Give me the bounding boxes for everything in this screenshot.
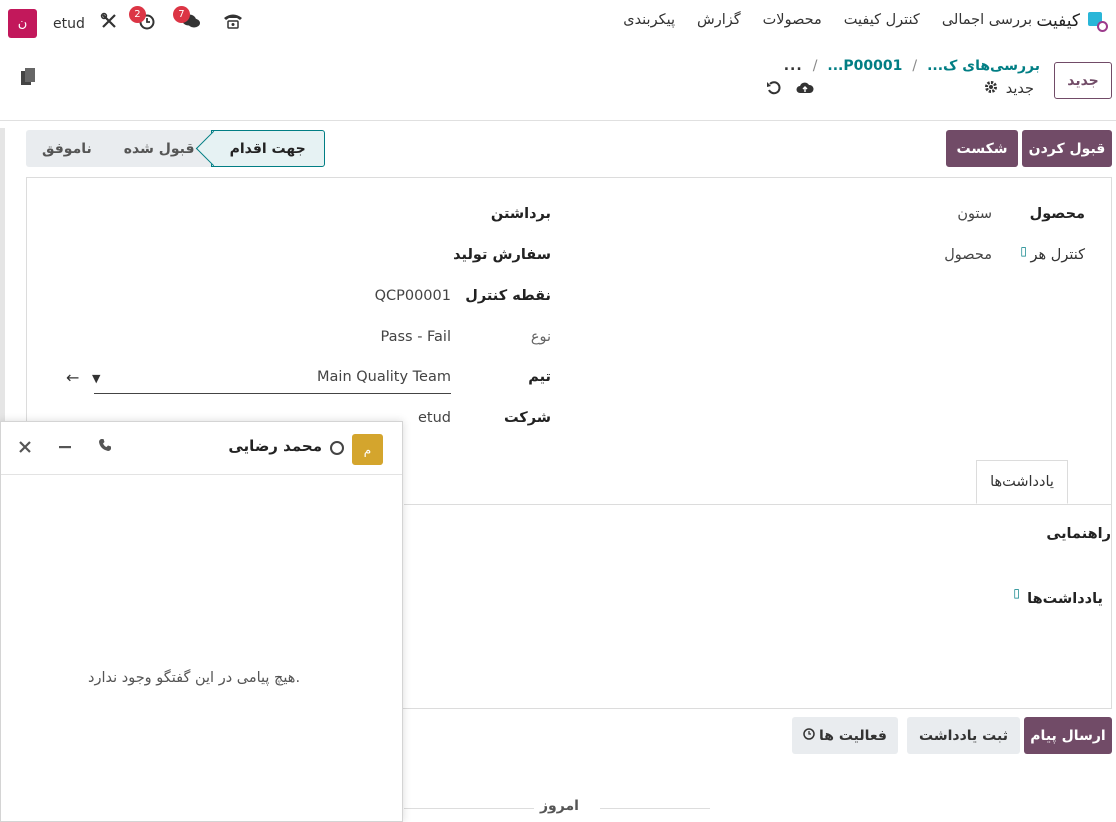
breadcrumb-more[interactable]: ... [784, 58, 803, 74]
team-value[interactable]: Main Quality Team [317, 369, 451, 385]
team-label: تیم [528, 369, 551, 385]
record-name: جدید [1005, 81, 1034, 97]
control-panel-divider [0, 120, 1116, 121]
call-phone-icon[interactable] [98, 437, 112, 456]
notes-label: یادداشت‌ها [1027, 591, 1103, 607]
cloud-save-icon[interactable] [796, 80, 814, 100]
messages-badge: 7 [172, 6, 190, 23]
team-dropdown-icon[interactable]: ▼ [92, 372, 100, 385]
minimize-icon[interactable] [58, 439, 72, 458]
product-value[interactable]: ستون [957, 206, 992, 222]
phone-icon[interactable] [223, 12, 243, 35]
menu-item-quality-control[interactable]: کنترل کیفیت [844, 12, 920, 28]
clock-icon [803, 727, 815, 744]
scrollbar[interactable] [0, 128, 5, 428]
activities-label: فعالیت ها [819, 727, 887, 744]
main-menu: بررسی اجمالی کنترل کیفیت محصولات گزارش پ… [623, 12, 1032, 28]
empty-conversation-message: هیچ پیامی در این گفتگو وجود ندارد. [88, 670, 301, 686]
breadcrumb-record[interactable]: P00001... [827, 58, 902, 74]
stage-statusbar: ناموفق قبول شده جهت اقدام [26, 130, 325, 167]
activity-badge: 2 [128, 6, 146, 23]
tab-notes[interactable]: یادداشت‌ها [976, 460, 1068, 504]
stage-failed[interactable]: ناموفق [26, 130, 108, 167]
control-point-label: نقطه کنترل [465, 288, 551, 304]
company-label: شرکت [503, 410, 551, 426]
attachment-doc-icon[interactable] [20, 67, 36, 92]
presence-status-icon [330, 441, 344, 455]
type-value: Pass - Fail [380, 329, 452, 345]
date-divider [404, 808, 534, 809]
record-title-line: جدید [984, 80, 1034, 98]
picking-label: برداشتن [490, 206, 551, 222]
chat-window: م محمد رضایی هیچ پیامی در این گفتگو وجود… [0, 421, 403, 822]
menu-item-reporting[interactable]: گزارش [697, 12, 741, 28]
log-note-button[interactable]: ثبت یادداشت [907, 717, 1020, 754]
internal-link-arrow-icon[interactable]: ← [66, 368, 79, 387]
close-icon[interactable] [18, 439, 32, 458]
today-separator: امروز [540, 798, 579, 814]
help-book-icon[interactable]: ▯ [1020, 244, 1027, 258]
quality-app-icon [1086, 10, 1108, 32]
breadcrumb-separator: / [812, 58, 818, 74]
chat-header[interactable]: م محمد رضایی [1, 422, 402, 475]
activity-clock-icon[interactable]: 2 [128, 6, 157, 35]
control-per-label: کنترل هر [1030, 247, 1085, 263]
app-name[interactable]: کیفیت [1036, 11, 1080, 31]
gear-icon[interactable] [984, 80, 998, 98]
new-button[interactable]: جدید [1054, 62, 1112, 99]
breadcrumb: بررسی‌های ک... / P00001... / ... [784, 58, 1040, 74]
app-brand[interactable]: کیفیت [1036, 10, 1108, 32]
control-point-value[interactable]: QCP00001 [375, 288, 451, 304]
breadcrumb-quality-checks[interactable]: بررسی‌های ک... [927, 58, 1040, 74]
menu-item-overview[interactable]: بررسی اجمالی [942, 12, 1032, 28]
breadcrumb-separator: / [912, 58, 918, 74]
production-order-label: سفارش تولید [453, 247, 551, 263]
stage-to-do[interactable]: جهت اقدام [210, 130, 325, 167]
tabs-divider [404, 504, 1112, 505]
systray: ن etud 2 7 [8, 6, 243, 38]
user-avatar[interactable]: ن [8, 9, 37, 38]
menu-item-products[interactable]: محصولات [763, 12, 822, 28]
contact-name[interactable]: محمد رضایی [228, 437, 322, 455]
activities-button[interactable]: فعالیت ها [792, 717, 898, 754]
help-book-icon[interactable]: ▯ [1013, 586, 1020, 600]
accept-button[interactable]: قبول کردن [1022, 130, 1112, 167]
top-navbar: کیفیت بررسی اجمالی کنترل کیفیت محصولات گ… [0, 0, 1116, 46]
type-label: نوع [530, 329, 551, 345]
instructions-label: راهنمایی [1046, 526, 1111, 542]
send-message-button[interactable]: ارسال پیام [1024, 717, 1112, 754]
contact-avatar[interactable]: م [352, 434, 383, 465]
record-actions [766, 80, 814, 100]
menu-item-configuration[interactable]: پیکربندی [623, 12, 675, 28]
date-divider [600, 808, 710, 809]
company-value[interactable]: etud [418, 410, 451, 426]
control-per-value[interactable]: محصول [944, 247, 992, 263]
fail-button[interactable]: شکست [946, 130, 1018, 167]
undo-icon[interactable] [766, 80, 782, 100]
messages-icon[interactable]: 7 [172, 6, 201, 35]
database-name[interactable]: etud [53, 16, 85, 32]
tools-icon[interactable] [99, 12, 119, 35]
product-label: محصول [1029, 206, 1085, 222]
